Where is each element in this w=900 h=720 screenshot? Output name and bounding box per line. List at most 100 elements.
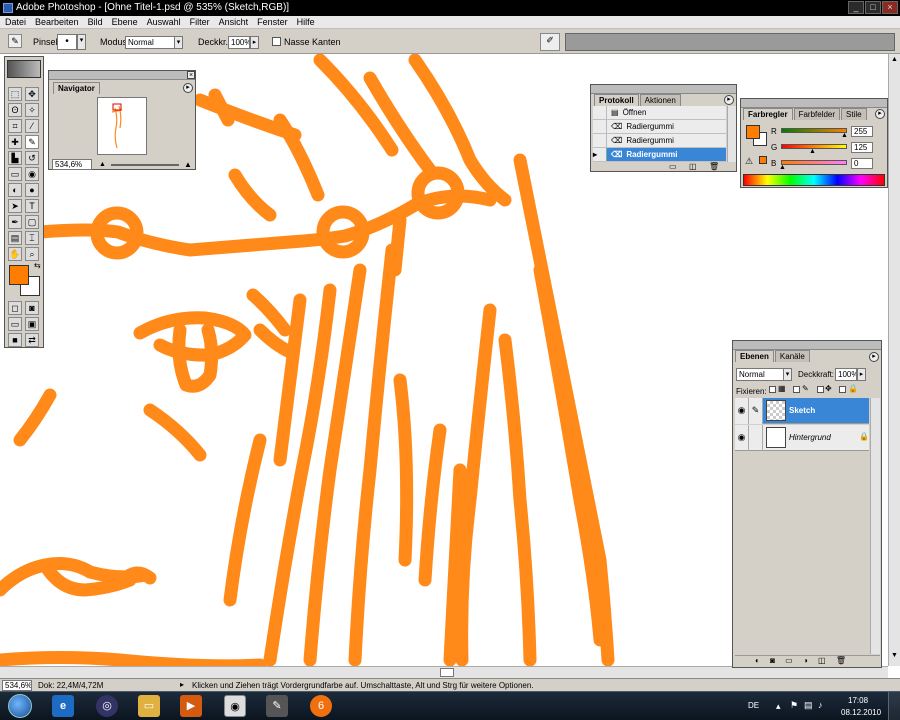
brush-tool-icon[interactable]: ✎: [25, 135, 39, 149]
menu-item-bearbeiten[interactable]: Bearbeiten: [30, 16, 83, 27]
delete-layer-icon[interactable]: 🗑: [836, 656, 846, 665]
palette-well[interactable]: [565, 33, 895, 51]
stamp-tool-icon[interactable]: ▙: [8, 151, 22, 165]
color-ramp[interactable]: [743, 174, 885, 186]
menu-item-auswahl[interactable]: Auswahl: [142, 16, 185, 27]
menu-item-bild[interactable]: Bild: [83, 16, 107, 27]
history-brush-tool-icon[interactable]: ↺: [25, 151, 39, 165]
airbrush-icon[interactable]: ✐: [540, 33, 560, 51]
layer-opacity-arrow-icon[interactable]: ▸: [857, 368, 866, 381]
history-menu-icon[interactable]: ▸: [724, 95, 734, 105]
rectangle-tool-icon[interactable]: ▢: [25, 215, 39, 229]
add-mask-icon[interactable]: ◙: [770, 656, 775, 665]
menu-item-datei[interactable]: Datei: [0, 16, 30, 27]
tray-arrow-icon[interactable]: ▴: [776, 701, 781, 712]
media-player-icon[interactable]: ◎: [96, 695, 118, 717]
tab-protokoll[interactable]: Protokoll: [594, 94, 639, 106]
eyedropper-tool-icon[interactable]: ⌶: [25, 231, 39, 245]
quickmask-mode-icon[interactable]: ◙: [25, 301, 39, 315]
layer-opacity-input[interactable]: 100%: [835, 368, 857, 381]
channel-slider[interactable]: [781, 160, 847, 165]
move-tool-icon[interactable]: ✥: [25, 87, 39, 101]
path-selection-tool-icon[interactable]: ➤: [8, 199, 22, 213]
trash-icon[interactable]: 🗑: [709, 162, 719, 171]
channel-value-input[interactable]: 125: [851, 142, 873, 153]
history-item[interactable]: ⌫ Radiergummi: [593, 134, 726, 148]
history-item[interactable]: ▤ Öffnen: [593, 106, 726, 120]
menu-item-ebene[interactable]: Ebene: [107, 16, 142, 27]
channel-slider-knob[interactable]: ▲: [779, 164, 786, 171]
menu-item-fenster[interactable]: Fenster: [252, 16, 292, 27]
slice-tool-icon[interactable]: ⁄: [25, 119, 39, 133]
lock-transparency-checkbox[interactable]: [769, 386, 776, 393]
tray-network-icon[interactable]: ▤: [804, 700, 813, 711]
internet-explorer-icon[interactable]: e: [52, 695, 74, 717]
healing-brush-tool-icon[interactable]: ✚: [8, 135, 22, 149]
mode-dropdown-arrow-icon[interactable]: ▾: [174, 36, 183, 49]
navigator-menu-icon[interactable]: ▸: [183, 83, 193, 93]
mode-select[interactable]: Normal: [125, 36, 175, 49]
tab-ebenen[interactable]: Ebenen: [735, 350, 774, 362]
screen-mode-black-icon[interactable]: ■: [8, 333, 22, 347]
brush-tool-preset-icon[interactable]: ✎: [8, 34, 22, 48]
blur-tool-icon[interactable]: ●: [25, 183, 39, 197]
jump-to-imageready-icon[interactable]: ⇄: [25, 333, 39, 347]
vertical-scrollbar[interactable]: ▲ ▼: [888, 54, 900, 666]
new-document-from-state-icon[interactable]: ▭: [669, 162, 677, 171]
minimize-button[interactable]: _: [848, 1, 864, 14]
horizontal-scroll-thumb[interactable]: [440, 668, 454, 677]
opacity-input[interactable]: 100%: [228, 36, 250, 49]
maximize-button[interactable]: □: [865, 1, 881, 14]
clock-time[interactable]: 17:08: [848, 696, 868, 705]
history-source-icon[interactable]: ▸: [593, 148, 607, 161]
tab-stile[interactable]: Stile: [841, 108, 867, 120]
eraser-tool-icon[interactable]: ▭: [8, 167, 22, 181]
type-tool-icon[interactable]: T: [25, 199, 39, 213]
standard-mode-icon[interactable]: ◻: [8, 301, 22, 315]
scroll-up-icon[interactable]: ▲: [890, 56, 899, 65]
photoshop-eye-icon[interactable]: ◉: [224, 695, 246, 717]
hand-tool-icon[interactable]: ✋: [8, 247, 22, 261]
status-menu-icon[interactable]: ▸: [180, 680, 184, 689]
status-zoom[interactable]: 534,6%: [2, 680, 32, 691]
layer-link-slot[interactable]: [749, 425, 763, 451]
history-scrollbar[interactable]: [727, 106, 736, 162]
tab-farbregler[interactable]: Farbregler: [743, 108, 793, 120]
history-item[interactable]: ⌫ Radiergummi: [593, 120, 726, 134]
zoom-in-icon[interactable]: ▲: [184, 160, 192, 169]
language-indicator[interactable]: DE: [748, 701, 759, 710]
pen-tool-icon[interactable]: ✒: [8, 215, 22, 229]
menu-item-filter[interactable]: Filter: [185, 16, 214, 27]
brush-size-picker[interactable]: •: [57, 34, 77, 50]
gamut-warning-icon[interactable]: ⚠: [745, 156, 753, 167]
navigator-palette-titlebar[interactable]: [49, 71, 195, 80]
history-item-selected[interactable]: ▸ ⌫ Radiergummi: [593, 148, 726, 162]
tray-volume-icon[interactable]: ♪: [818, 700, 823, 710]
channel-value-input[interactable]: 0: [851, 158, 873, 169]
new-layer-icon[interactable]: ◫: [818, 656, 826, 665]
start-orb[interactable]: [8, 694, 32, 718]
navigator-thumbnail[interactable]: [97, 97, 147, 155]
channel-slider[interactable]: [781, 128, 847, 133]
zoom-out-icon[interactable]: ▲: [99, 161, 106, 168]
close-button[interactable]: ×: [882, 1, 898, 14]
lock-paint-checkbox[interactable]: [793, 386, 800, 393]
magic-wand-tool-icon[interactable]: ✧: [25, 103, 39, 117]
layers-scrollbar[interactable]: [870, 398, 880, 654]
tab-farbfelder[interactable]: Farbfelder: [793, 108, 841, 120]
menu-item-ansicht[interactable]: Ansicht: [214, 16, 253, 27]
new-set-icon[interactable]: ▭: [785, 656, 793, 665]
crop-tool-icon[interactable]: ⌗: [8, 119, 22, 133]
channel-value-input[interactable]: 255: [851, 126, 873, 137]
screen-mode-full-icon[interactable]: ▣: [25, 317, 39, 331]
menu-item-hilfe[interactable]: Hilfe: [292, 16, 319, 27]
navigator-zoom-input[interactable]: 534,6%: [52, 159, 92, 170]
channel-slider-knob[interactable]: ▲: [809, 148, 816, 155]
lock-all-checkbox[interactable]: [839, 386, 846, 393]
media-player-play-icon[interactable]: ▶: [180, 695, 202, 717]
add-style-icon[interactable]: ◐: [755, 656, 760, 665]
tray-flag-icon[interactable]: ⚑: [790, 700, 798, 711]
eye-icon[interactable]: ◉: [735, 425, 749, 451]
history-palette-titlebar[interactable]: [591, 85, 736, 94]
color-menu-icon[interactable]: ▸: [875, 109, 885, 119]
